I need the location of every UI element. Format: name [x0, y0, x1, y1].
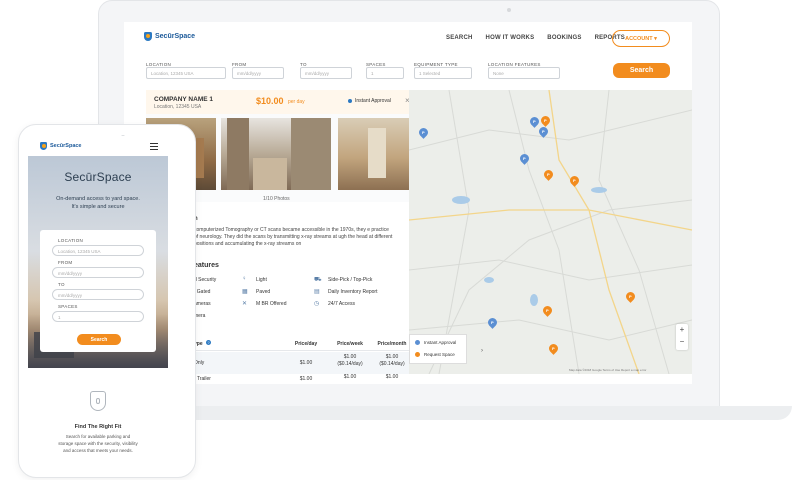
find-fit-desc-3: and access that meets your needs. [63, 448, 133, 453]
instant-approval-dot [348, 99, 352, 103]
nav-search[interactable]: SEARCH [446, 35, 473, 41]
mobile-hero-title: SecūrSpace [64, 170, 132, 184]
feature-mbr: M BR Offered [256, 301, 287, 307]
to-filter: TO mm/dd/yyyy [300, 62, 352, 79]
mobile-to-input[interactable]: mm/dd/yyyy [52, 289, 144, 300]
table-divider [186, 350, 409, 351]
tools-icon: ✕ [242, 301, 248, 307]
price-unit: per day [288, 99, 305, 105]
row-price-week: $1.00 [343, 354, 357, 360]
map-legend: Instant Approval Request Space [409, 334, 467, 364]
zoom-out-button[interactable]: − [676, 336, 688, 348]
mobile-location-label: LOCATION [58, 238, 84, 243]
instant-approval-label: Instant Approval [355, 98, 391, 104]
row-price-week-sub: ($0.14/day) [337, 361, 363, 367]
mobile-spaces-label: SPACES [58, 304, 78, 309]
from-date-input[interactable]: mm/dd/yyyy [232, 67, 284, 79]
side-pick-icon: ⛟ [314, 277, 322, 283]
feature-light: Light [256, 277, 267, 283]
paved-icon: ▦ [242, 289, 248, 295]
table-header-month: Price/month [377, 341, 407, 347]
mobile-brand-logo[interactable]: SecūrSpace [40, 142, 82, 150]
mobile-tagline-1: On-demand access to yard space. [56, 196, 140, 202]
spaces-input[interactable]: 1 [366, 67, 404, 79]
feature-inventory-report: Daily Inventory Report [328, 289, 378, 295]
listing-price: $10.00 [256, 96, 284, 106]
photo-main[interactable] [221, 118, 331, 190]
row-price-month: $1.00 [385, 354, 399, 360]
mobile-from-input[interactable]: mm/dd/yyyy [52, 267, 144, 278]
feature-gated: / Gated [194, 289, 211, 295]
feature-24-7: 24/7 Access [328, 301, 355, 307]
mobile-from-label: FROM [58, 260, 73, 265]
chevron-right-icon[interactable]: › [481, 348, 483, 354]
equipment-filter: EQUIPMENT TYPE 1 Selected [414, 62, 472, 79]
to-date-input[interactable]: mm/dd/yyyy [300, 67, 352, 79]
nav-how-it-works[interactable]: HOW IT WORKS [486, 35, 535, 41]
legend-request-label: Request Space [424, 352, 455, 357]
light-icon: ♀ [242, 276, 247, 282]
mobile-to-label: TO [58, 282, 65, 287]
mobile-brand-name: SecūrSpace [50, 143, 82, 149]
map-attribution: Map data ©2018 Google Terms of Use Repor… [569, 368, 647, 372]
mobile-search-button[interactable]: Search [77, 334, 121, 345]
shield-icon [40, 142, 47, 150]
find-fit-desc-1: Search for available parking and [65, 434, 131, 439]
instant-approval-icon [415, 340, 420, 345]
row-price-week: $1.00 [343, 374, 357, 380]
feature-side-pick: Side-Pick / Top-Pick [328, 277, 373, 283]
equipment-select[interactable]: 1 Selected [414, 67, 472, 79]
map[interactable]: P P P P P P P P P P P Instant Approval R… [409, 90, 692, 374]
feature-paved: Paved [256, 289, 271, 295]
brand-logo[interactable]: SecūrSpace [144, 32, 195, 41]
camera-dot [507, 8, 511, 12]
mobile-location-input[interactable]: Location, 12345 USA [52, 245, 144, 256]
brand-name: SecūrSpace [155, 33, 196, 40]
mobile-spaces-input[interactable]: 1 [52, 311, 144, 322]
table-header-week: Price/week [337, 341, 363, 347]
hamburger-menu-icon[interactable] [150, 143, 158, 150]
account-button[interactable]: ACCOUNT ▾ [612, 30, 670, 47]
desktop-screen: SecūrSpace SEARCH HOW IT WORKS BOOKINGS … [124, 22, 692, 384]
legend-instant-label: Instant Approval [424, 340, 457, 345]
find-fit-desc-2: storage space with the security, visibil… [58, 441, 138, 446]
report-icon: ▤ [314, 289, 320, 295]
request-space-icon [415, 352, 420, 357]
clock-icon: ◷ [314, 301, 320, 307]
description-text: computerized Tomography or CT scans beca… [194, 227, 393, 247]
location-input[interactable]: Location, 12345 USA [146, 67, 226, 79]
spaces-filter: SPACES 1 [366, 62, 404, 79]
find-fit-title: Find The Right Fit [74, 424, 122, 430]
nav-bookings[interactable]: BOOKINGS [547, 35, 581, 41]
zoom-control: + − [676, 324, 688, 350]
feature-cameras: ameras [194, 301, 211, 307]
features-filter: LOCATION FEATURES None [488, 62, 560, 79]
features-select[interactable]: None [488, 67, 560, 79]
table-header-day: Price/day [294, 341, 318, 347]
mobile-tagline-2: It's simple and secure [71, 204, 125, 210]
map-roads [409, 90, 692, 374]
location-filter: LOCATION Location, 12345 USA [146, 62, 226, 79]
top-nav: SEARCH HOW IT WORKS BOOKINGS REPORTS [446, 35, 625, 41]
feature-security: d Security [194, 277, 217, 283]
row-type: r Trailer [194, 376, 211, 382]
features-heading: eatures [194, 262, 219, 269]
mobile-screen: SecūrSpace SecūrSpace On-demand access t… [28, 136, 168, 456]
company-name[interactable]: COMPANY NAME 1 [154, 96, 213, 103]
row-price-day: $1.00 [299, 360, 313, 366]
company-location: Location, 12345 USA [154, 104, 202, 110]
row-price-month-sub: ($0.14/day) [379, 361, 405, 367]
from-filter: FROM mm/dd/yyyy [232, 62, 284, 79]
search-button[interactable]: Search [613, 63, 670, 78]
shield-icon [144, 32, 152, 41]
row-price-month: $1.00 [385, 374, 399, 380]
row-price-day: $1.00 [299, 376, 313, 382]
mobile-search-form: LOCATION Location, 12345 USA FROM mm/dd/… [40, 230, 156, 352]
info-icon[interactable]: ? [206, 340, 211, 345]
shield-lock-icon [90, 391, 106, 411]
zoom-in-button[interactable]: + [676, 324, 688, 336]
photo-thumbnail-3[interactable] [338, 118, 409, 190]
